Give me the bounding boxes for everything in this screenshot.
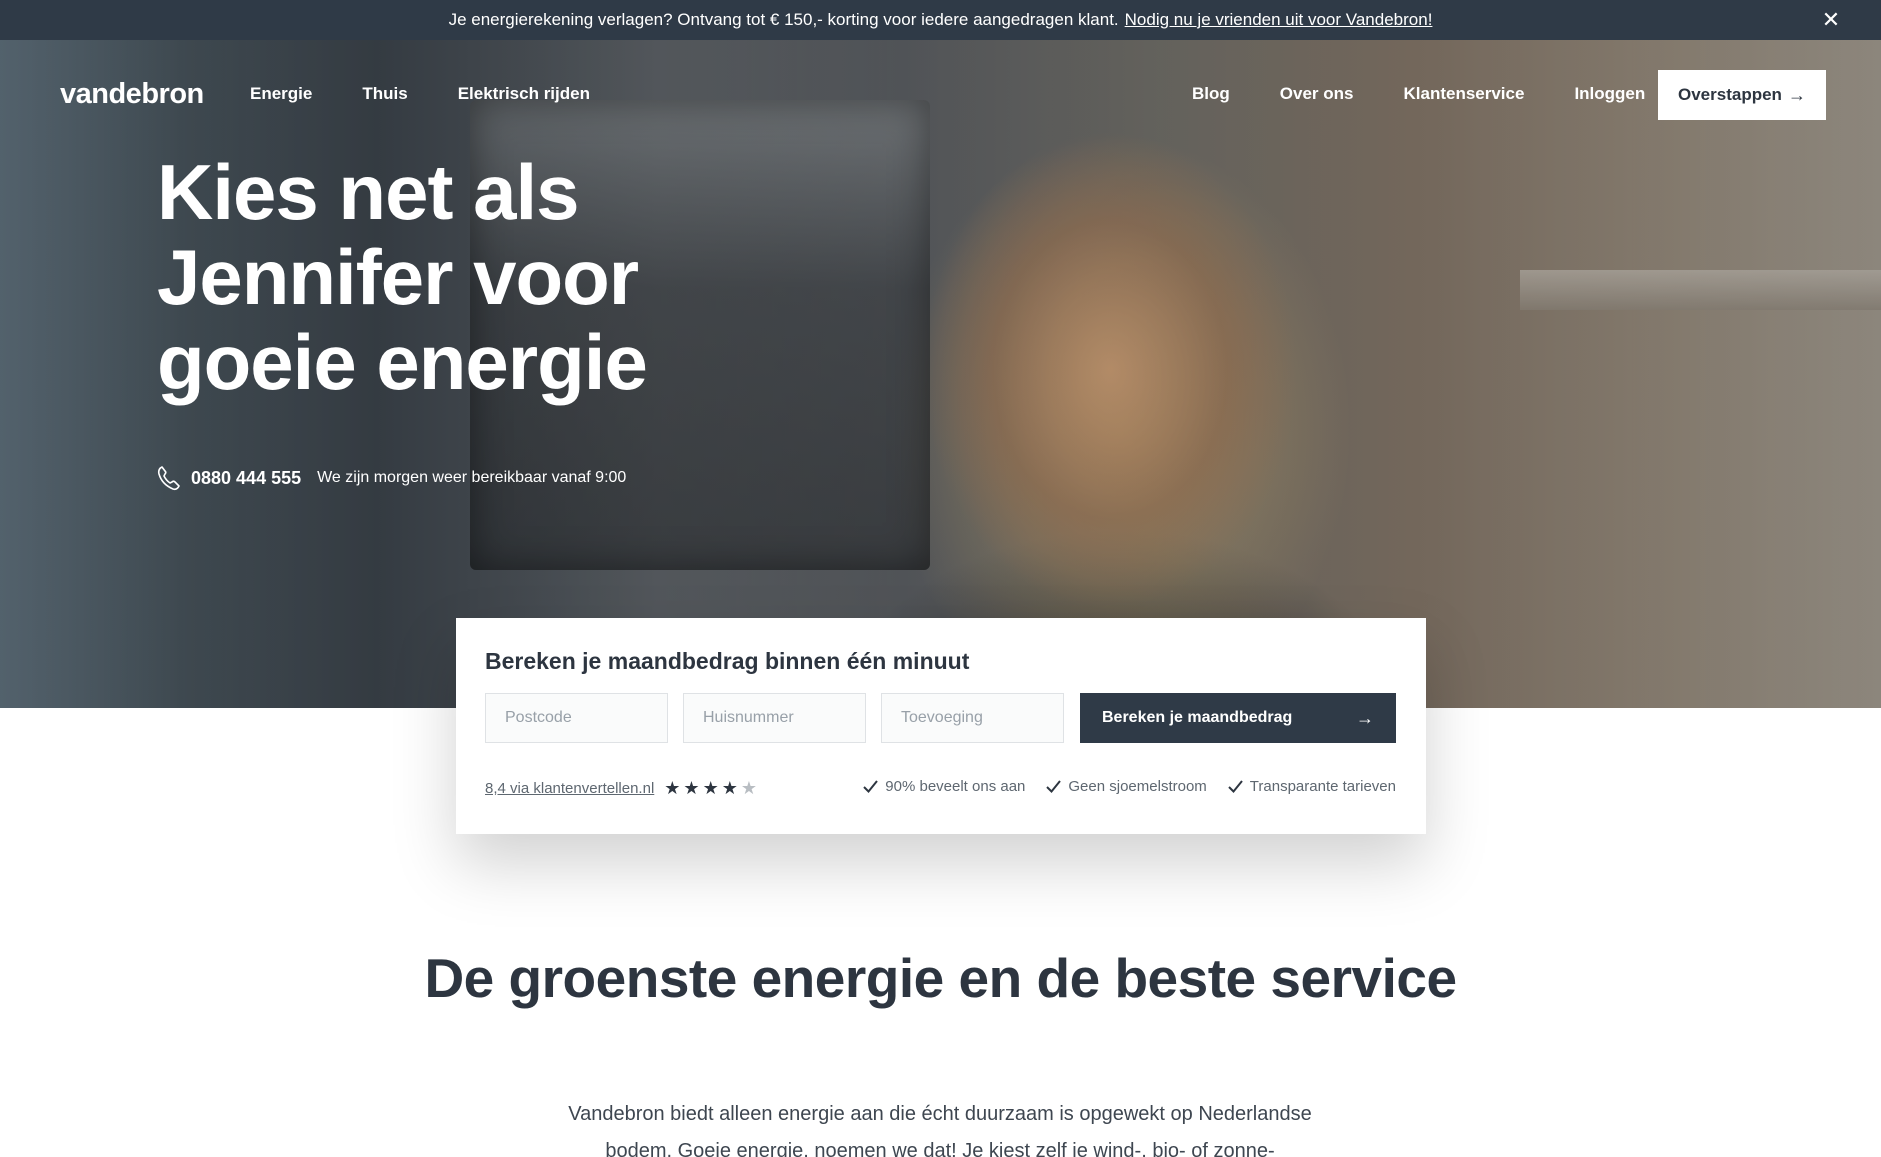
usp-item: Geen sjoemelstroom: [1045, 778, 1207, 795]
phone-availability: We zijn morgen weer bereikbaar vanaf 9:0…: [317, 469, 627, 486]
check-icon: [1228, 780, 1243, 793]
toevoeging-input[interactable]: Toevoeging: [881, 693, 1064, 743]
star-icon: ★: [683, 778, 700, 798]
section-title: De groenste energie en de beste service: [424, 947, 1457, 1009]
calculate-button[interactable]: Bereken je maandbedrag →: [1080, 693, 1396, 743]
vandebron-logo[interactable]: vandebron: [60, 78, 204, 111]
usp-item: 90% beveelt ons aan: [862, 778, 1025, 795]
announcement-text: Je energierekening verlagen? Ontvang tot…: [448, 10, 1119, 29]
arrow-right-icon: →: [1788, 84, 1806, 105]
overstappen-label: Overstappen: [1678, 85, 1782, 104]
usp-label: Transparante tarieven: [1249, 778, 1396, 795]
phone-row: 0880 444 555 We zijn morgen weer bereikb…: [157, 465, 626, 491]
usp-item: Transparante tarieven: [1227, 778, 1396, 795]
star-icon: ★: [721, 778, 738, 798]
usp-label: 90% beveelt ons aan: [885, 778, 1026, 795]
star-icon: ★: [702, 778, 719, 798]
star-empty-icon: ★: [740, 778, 757, 798]
overstappen-button[interactable]: Overstappen →: [1658, 70, 1826, 120]
nav-item-blog[interactable]: Blog: [1192, 84, 1230, 104]
star-rating: ★ ★ ★ ★ ★: [664, 778, 757, 799]
invite-friends-link[interactable]: Nodig nu je vrienden uit voor Vandebron!: [1125, 10, 1433, 30]
arrow-right-icon: →: [1356, 707, 1374, 728]
main-nav: vandebron Energie Thuis Elektrisch rijde…: [0, 40, 1881, 150]
nav-right: Blog Over ons Klantenservice Inloggen: [1192, 84, 1645, 104]
rating-link[interactable]: 8,4 via klantenvertellen.nl: [485, 780, 654, 797]
huisnummer-input[interactable]: Huisnummer: [683, 693, 866, 743]
postcode-input[interactable]: Postcode: [485, 693, 668, 743]
calculate-button-label: Bereken je maandbedrag: [1102, 709, 1293, 726]
usp-list: 90% beveelt ons aan Geen sjoemelstroom T…: [862, 778, 1396, 795]
nav-item-energie[interactable]: Energie: [250, 84, 312, 104]
section-body: Vandebron biedt alleen energie aan die é…: [568, 1103, 1312, 1157]
check-icon: [863, 780, 879, 793]
nav-item-klantenservice[interactable]: Klantenservice: [1403, 84, 1524, 104]
nav-item-inloggen[interactable]: Inloggen: [1574, 84, 1645, 104]
nav-item-elektrisch-rijden[interactable]: Elektrisch rijden: [458, 84, 590, 104]
calculator-title: Bereken je maandbedrag binnen één minuut: [485, 648, 970, 674]
nav-item-thuis[interactable]: Thuis: [362, 84, 407, 104]
star-icon: ★: [664, 778, 681, 798]
nav-item-over-ons[interactable]: Over ons: [1280, 84, 1354, 104]
rating: 8,4 via klantenvertellen.nl ★ ★ ★ ★ ★: [485, 778, 757, 799]
hero-headline: Kies net als Jennifer voor goeie energie: [157, 148, 648, 406]
phone-number[interactable]: 0880 444 555: [191, 468, 301, 489]
usp-label: Geen sjoemelstroom: [1068, 778, 1207, 795]
phone-icon: [157, 466, 180, 491]
close-icon[interactable]: ✕: [1821, 9, 1841, 31]
announcement-bar: Je energierekening verlagen? Ontvang tot…: [0, 0, 1881, 40]
calculator-card: Bereken je maandbedrag binnen één minuut…: [456, 618, 1426, 834]
check-icon: [1046, 780, 1062, 793]
nav-left: Energie Thuis Elektrisch rijden: [250, 84, 590, 104]
